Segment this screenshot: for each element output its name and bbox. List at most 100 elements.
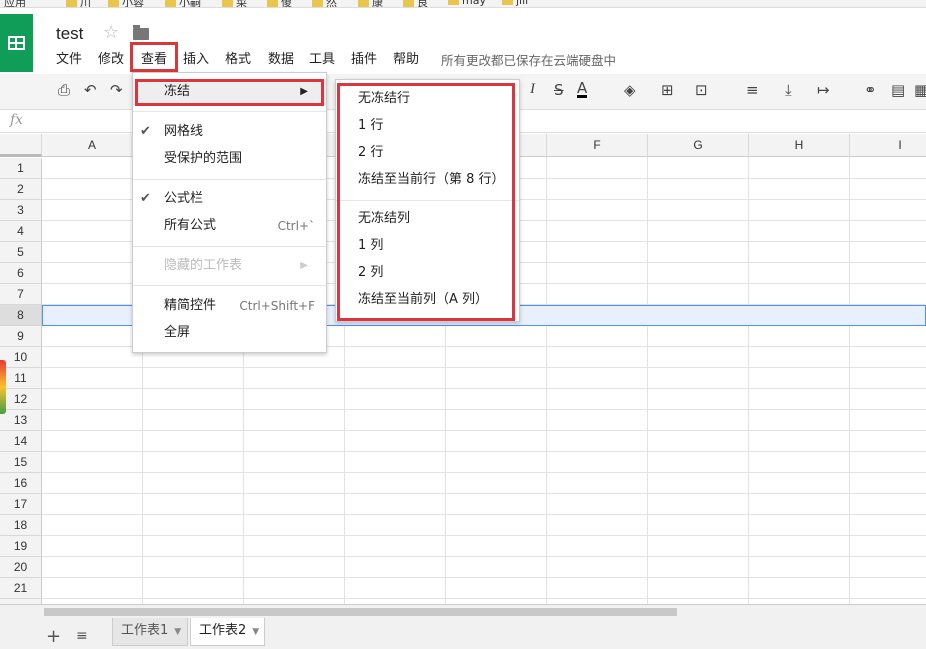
menu-edit[interactable]: 修改 — [98, 48, 124, 67]
menu-data[interactable]: 数据 — [268, 48, 294, 67]
menu-tools[interactable]: 工具 — [309, 48, 335, 67]
submenu-arrow-icon: ▶ — [300, 260, 308, 271]
menu-help[interactable]: 帮助 — [393, 48, 419, 67]
bookmark-folder[interactable]: may — [448, 0, 486, 7]
bookmark-folder[interactable]: jill — [502, 0, 528, 7]
row-header[interactable]: 1 — [0, 158, 42, 179]
shortcut-label: Ctrl+Shift+F — [239, 299, 315, 313]
column-header[interactable]: G — [648, 134, 749, 157]
checkmark-icon: ✔ — [140, 191, 151, 206]
add-sheet-button[interactable]: + — [46, 626, 61, 647]
document-title[interactable]: test — [56, 24, 83, 44]
highlight-view-menu — [130, 42, 178, 72]
menu-item-label: 精简控件 — [164, 298, 217, 313]
text-color-icon[interactable]: A — [577, 81, 588, 98]
menu-item-full-screen[interactable]: 全屏 — [133, 320, 326, 346]
sheets-logo[interactable] — [0, 14, 33, 72]
row-header[interactable]: 11 — [0, 368, 42, 389]
bookmark-folder[interactable]: 小嗣 — [165, 0, 201, 7]
menu-format[interactable]: 格式 — [225, 48, 251, 67]
row-header[interactable]: 4 — [0, 221, 42, 242]
row-header[interactable]: 16 — [0, 473, 42, 494]
menu-item-hidden-sheets: 隐藏的工作表 ▶ — [133, 253, 326, 279]
redo-icon[interactable]: ↷ — [110, 81, 123, 99]
column-header[interactable]: I — [850, 134, 926, 157]
italic-icon[interactable]: I — [530, 81, 535, 98]
menu-item-label: 隐藏的工作表 — [164, 258, 243, 273]
row-header[interactable]: 7 — [0, 284, 42, 305]
row-header[interactable]: 20 — [0, 557, 42, 578]
view-menu-dropdown: 冻结 ▶ ✔ 网格线 受保护的范围 ✔ 公式栏 所有公式 Ctrl+` 隐藏的工… — [132, 72, 327, 353]
menu-item-label: 公式栏 — [164, 191, 204, 206]
bookmarks-bar: 应用 川 小蓉 小嗣 菜 傻 然 康 良 may jill — [0, 0, 926, 8]
row-header[interactable]: 10 — [0, 347, 42, 368]
column-header[interactable]: H — [749, 134, 850, 157]
menu-item-gridlines[interactable]: ✔ 网格线 — [133, 119, 326, 145]
horizontal-scrollbar[interactable] — [44, 608, 677, 616]
comment-icon[interactable]: ▤ — [891, 81, 905, 99]
sheet-tab-label: 工作表1 — [121, 623, 169, 638]
dropdown-arrow-icon[interactable]: ▼ — [252, 627, 259, 637]
row-header[interactable]: 12 — [0, 389, 42, 410]
side-widget-icon[interactable] — [0, 360, 6, 414]
sheets-logo-icon — [8, 36, 25, 50]
bookmark-folder[interactable]: 小蓉 — [108, 0, 144, 7]
menu-file[interactable]: 文件 — [56, 48, 82, 67]
chart-icon[interactable]: ▦ — [914, 81, 926, 99]
menu-item-all-formulas[interactable]: 所有公式 Ctrl+` — [133, 213, 326, 239]
align-left-icon[interactable]: ≡ — [746, 81, 759, 99]
menu-item-formula-bar[interactable]: ✔ 公式栏 — [133, 186, 326, 212]
print-icon[interactable]: ⎙ — [58, 81, 70, 99]
star-icon[interactable]: ☆ — [103, 22, 119, 43]
vertical-align-icon[interactable]: ⤓ — [785, 81, 792, 99]
column-header[interactable]: F — [547, 134, 648, 157]
folder-icon[interactable] — [133, 25, 149, 40]
row-header[interactable]: 14 — [0, 431, 42, 452]
bookmark-apps[interactable]: 应用 — [4, 0, 26, 7]
bookmark-folder[interactable]: 傻 — [267, 0, 292, 7]
fill-color-icon[interactable]: ◈ — [624, 81, 636, 99]
row-header[interactable]: 6 — [0, 263, 42, 284]
bookmark-folder[interactable]: 川 — [66, 0, 91, 7]
menu-item-protected-ranges[interactable]: 受保护的范围 — [133, 146, 326, 172]
strikethrough-icon[interactable]: S — [554, 81, 564, 99]
bookmark-folder[interactable]: 康 — [358, 0, 383, 7]
menu-addons[interactable]: 插件 — [351, 48, 377, 67]
row-header[interactable]: 3 — [0, 200, 42, 221]
highlight-freeze-submenu — [337, 83, 515, 321]
row-header[interactable]: 15 — [0, 452, 42, 473]
row-header[interactable]: 9 — [0, 326, 42, 347]
menu-item-label: 受保护的范围 — [164, 151, 243, 166]
row-header[interactable]: 18 — [0, 515, 42, 536]
highlight-freeze-item — [135, 79, 324, 106]
all-sheets-icon[interactable]: ≡ — [76, 628, 88, 644]
row-header[interactable]: 19 — [0, 536, 42, 557]
shortcut-label: Ctrl+` — [277, 219, 315, 233]
sheet-tab-label: 工作表2 — [199, 623, 247, 638]
save-status: 所有更改都已保存在云端硬盘中 — [441, 53, 617, 68]
sheet-tab-active[interactable]: 工作表2 ▼ — [190, 618, 265, 646]
menu-item-label: 所有公式 — [164, 218, 217, 233]
bookmark-folder[interactable]: 菜 — [222, 0, 247, 7]
menu-insert[interactable]: 插入 — [183, 48, 209, 67]
row-header[interactable]: 5 — [0, 242, 42, 263]
sheet-tab[interactable]: 工作表1 ▼ — [112, 618, 188, 646]
undo-icon[interactable]: ↶ — [84, 81, 97, 99]
checkmark-icon: ✔ — [140, 124, 151, 139]
merge-cells-icon[interactable]: ⊡ — [695, 81, 708, 99]
menu-item-label: 全屏 — [164, 325, 191, 340]
row-header[interactable]: 2 — [0, 179, 42, 200]
link-icon[interactable]: ⚭ — [864, 81, 877, 99]
select-all-corner[interactable] — [0, 134, 42, 157]
row-header[interactable]: 13 — [0, 410, 42, 431]
row-header-selected[interactable]: 8 — [0, 305, 42, 326]
dropdown-arrow-icon[interactable]: ▼ — [174, 627, 181, 637]
bookmark-folder[interactable]: 良 — [403, 0, 428, 7]
menu-item-compact-controls[interactable]: 精简控件 Ctrl+Shift+F — [133, 293, 326, 319]
column-header[interactable]: A — [42, 134, 143, 157]
bookmark-folder[interactable]: 然 — [312, 0, 337, 7]
row-header[interactable]: 17 — [0, 494, 42, 515]
wrap-text-icon[interactable]: ↦ — [817, 81, 830, 99]
row-header[interactable]: 21 — [0, 578, 42, 599]
borders-icon[interactable]: ⊞ — [661, 81, 674, 99]
